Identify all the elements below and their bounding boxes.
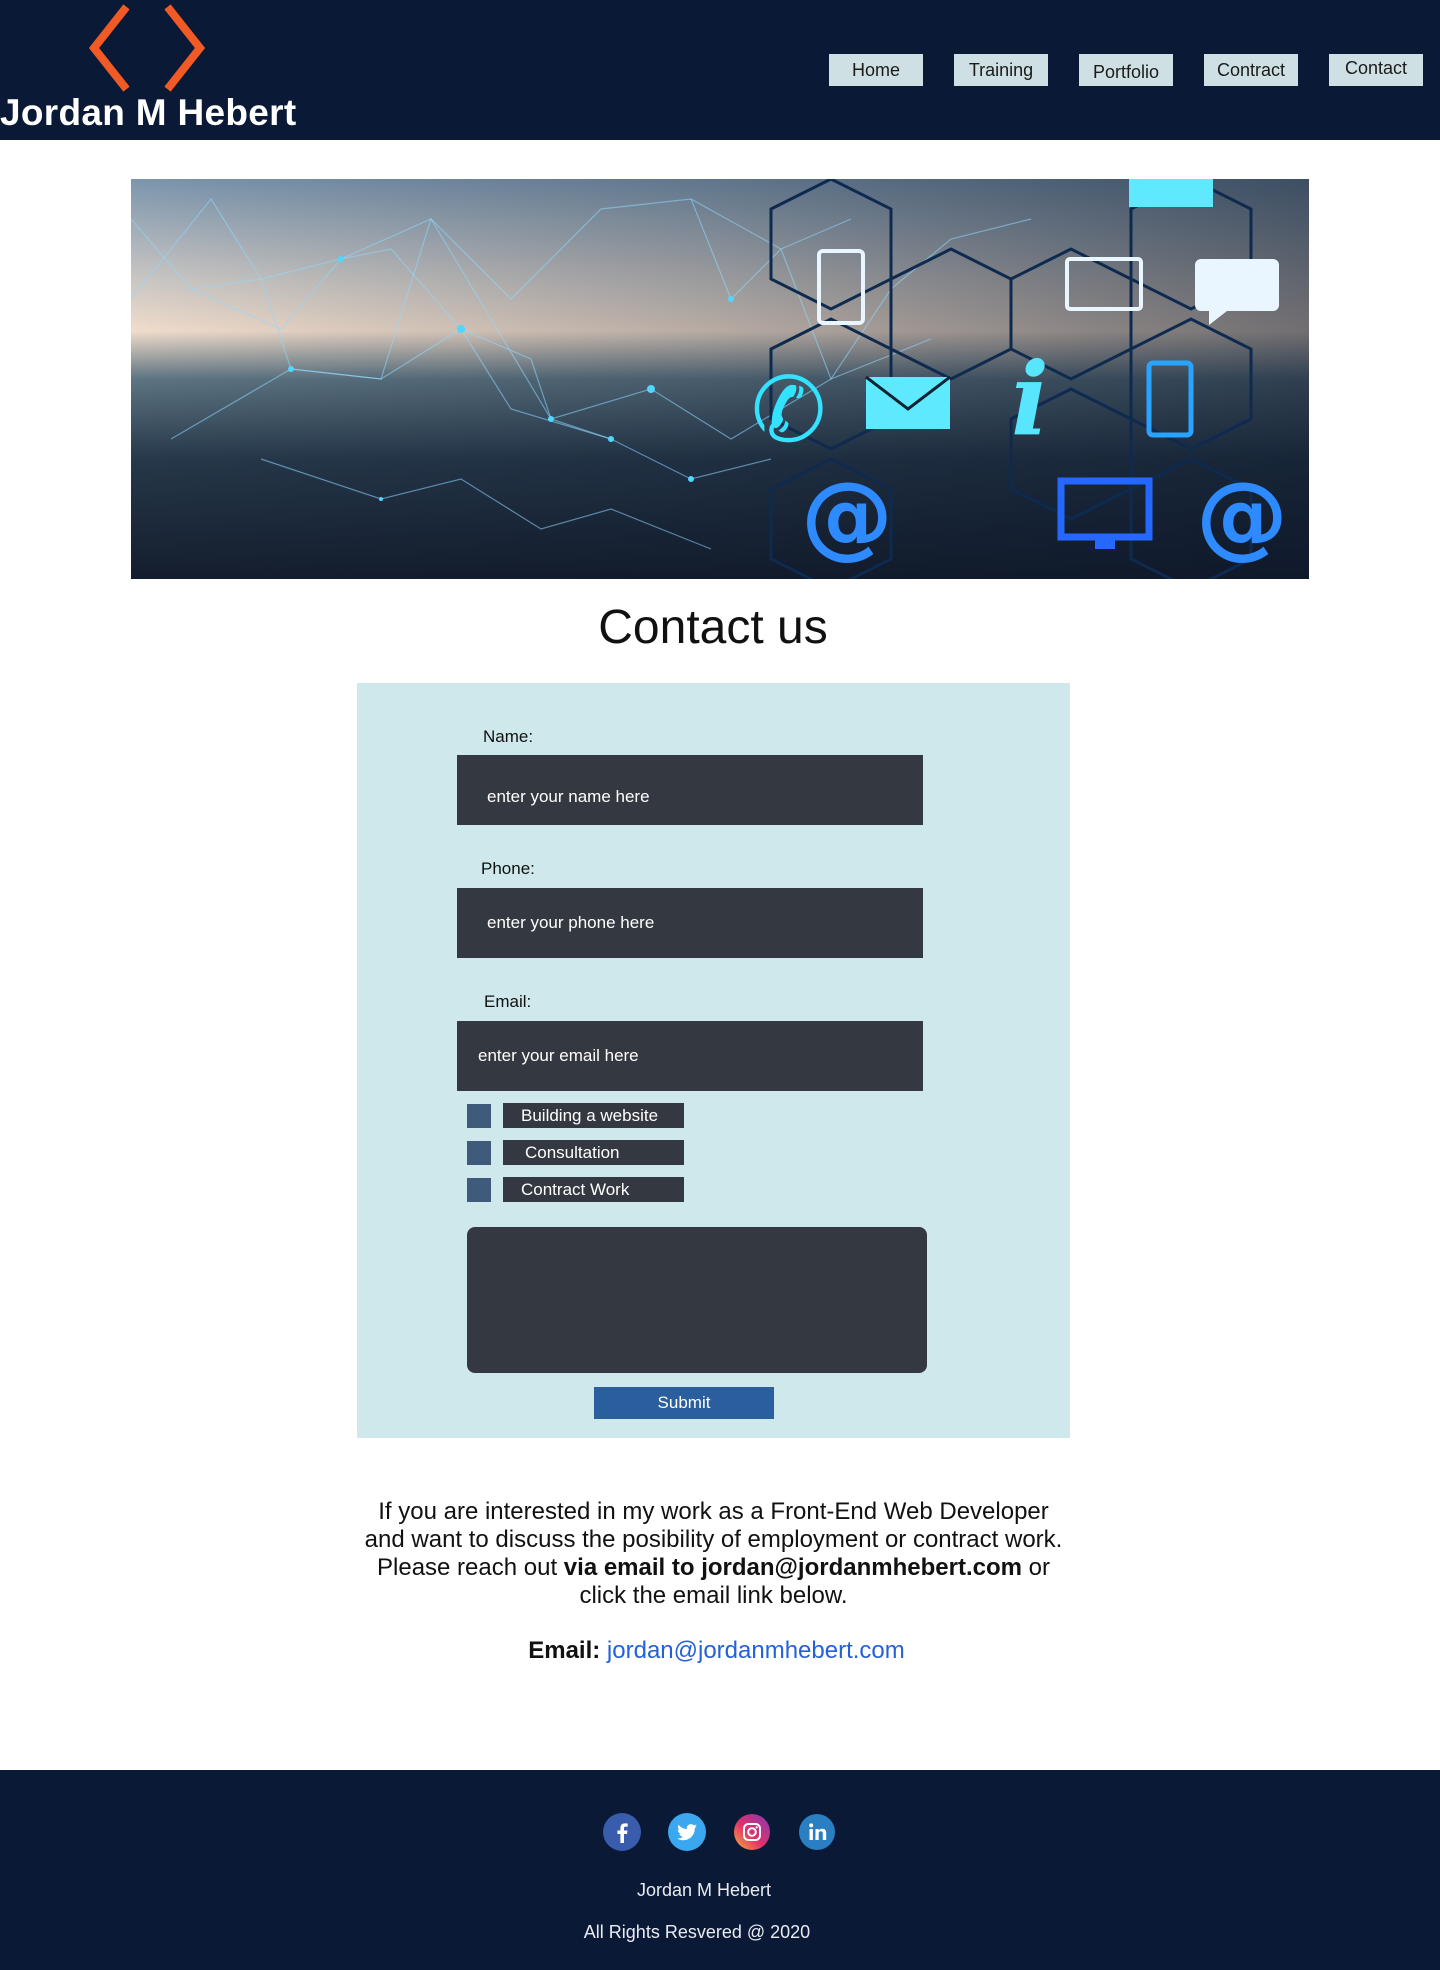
email-line-label: Email: [528, 1637, 601, 1664]
submit-button[interactable]: Submit [594, 1387, 774, 1419]
checkbox-label-building-website: Building a website [503, 1103, 684, 1128]
nav-portfolio[interactable]: Portfolio [1079, 54, 1173, 86]
checkbox-consultation[interactable] [467, 1141, 491, 1165]
angle-brackets-icon [88, 4, 206, 92]
email-link[interactable]: jordan@jordanmhebert.com [607, 1637, 905, 1664]
nav-contract[interactable]: Contract [1204, 54, 1298, 86]
svg-text:i: i [1011, 340, 1049, 458]
checkbox-label-consultation: Consultation [503, 1140, 684, 1165]
contact-form: Name: Phone: Email: Building a website C… [357, 683, 1070, 1438]
svg-text:@: @ [801, 462, 893, 569]
info-text-bold: via email to jordan@jordanmhebert.com [563, 1554, 1022, 1581]
instagram-icon[interactable] [733, 1813, 771, 1851]
name-label: Name: [483, 727, 534, 746]
nav-training[interactable]: Training [954, 54, 1048, 86]
contact-info-text: If you are interested in my work as a Fr… [357, 1498, 1070, 1610]
phone-field[interactable] [457, 888, 923, 958]
name-field[interactable] [457, 755, 923, 825]
brand-name[interactable]: Jordan M Hebert [0, 92, 296, 134]
svg-text:✆: ✆ [751, 358, 826, 463]
nav-contact[interactable]: Contact [1329, 54, 1423, 86]
email-line: Email: jordan@jordanmhebert.com [0, 1637, 1433, 1665]
site-header: Jordan M Hebert Home Training Portfolio … [0, 0, 1440, 140]
checkbox-contract-work[interactable] [467, 1178, 491, 1202]
message-textarea[interactable] [467, 1227, 927, 1373]
checkbox-building-website[interactable] [467, 1104, 491, 1128]
svg-text:@: @ [1196, 462, 1288, 569]
site-footer: Jordan M Hebert All Rights Resvered @ 20… [0, 1770, 1440, 1970]
twitter-icon[interactable] [668, 1813, 706, 1851]
email-label: Email: [484, 992, 532, 1011]
facebook-icon[interactable] [603, 1813, 641, 1851]
linkedin-icon[interactable] [798, 1813, 836, 1851]
nav-home[interactable]: Home [829, 54, 923, 86]
checkbox-label-contract-work: Contract Work [503, 1177, 684, 1202]
email-field[interactable] [457, 1021, 923, 1091]
page-title: Contact us [598, 601, 828, 654]
phone-label: Phone: [481, 859, 535, 878]
footer-name: Jordan M Hebert [636, 1880, 772, 1900]
footer-copyright: All Rights Resvered @ 2020 [583, 1922, 811, 1942]
hero-banner-image: ✆ i @ @ [131, 179, 1309, 579]
